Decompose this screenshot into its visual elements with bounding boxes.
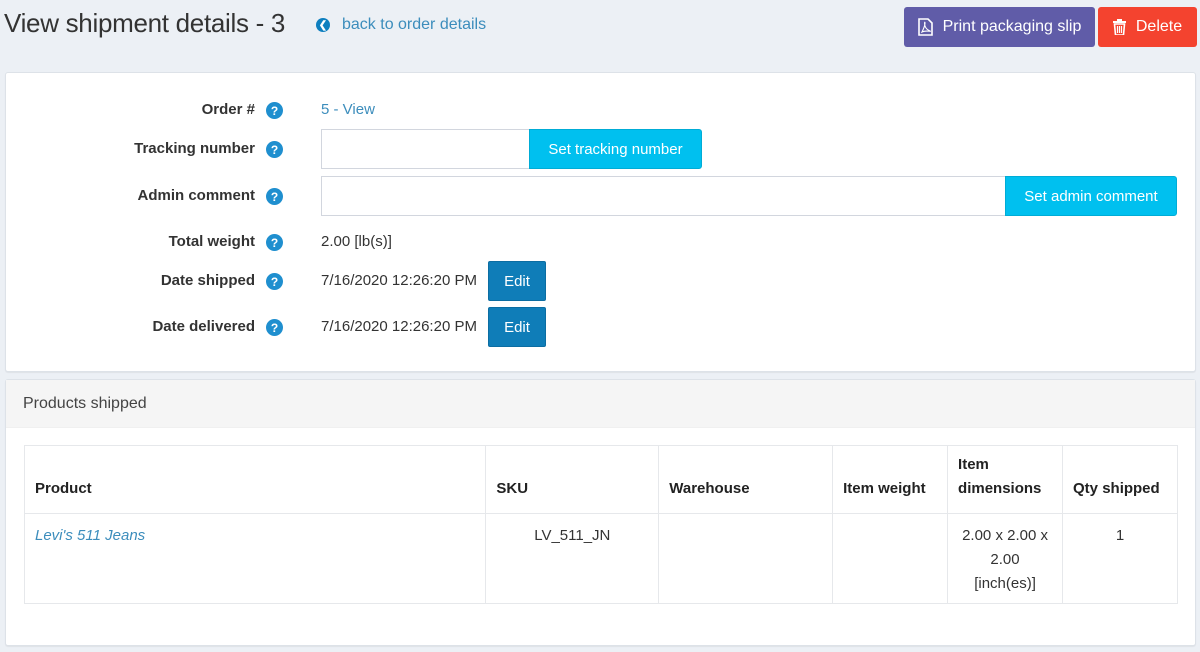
date-shipped-row: Date shipped ? 7/16/2020 12:26:20 PM Edi… [6, 261, 1195, 301]
admin-comment-input[interactable] [321, 176, 1006, 216]
page-header: View shipment details - 3 ❮ back to orde… [0, 0, 1200, 60]
back-to-order-link[interactable]: ❮ back to order details [316, 16, 486, 34]
order-row: Order # ? 5 - View [6, 90, 1195, 130]
print-label: Print packaging slip [942, 18, 1082, 35]
products-shipped-title: Products shipped [6, 380, 1195, 428]
col-sku: SKU [485, 445, 660, 514]
edit-date-shipped-button[interactable]: Edit [488, 261, 546, 301]
admin-comment-label: Admin comment [137, 187, 255, 204]
help-icon[interactable]: ? [266, 319, 283, 336]
tracking-label: Tracking number [134, 140, 255, 157]
date-shipped-label: Date shipped [160, 272, 255, 289]
tracking-number-input[interactable] [321, 129, 530, 169]
total-weight-row: Total weight ? 2.00 [lb(s)] [6, 222, 1195, 262]
arrow-left-circle-icon: ❮ [316, 18, 330, 32]
col-item-weight: Item weight [832, 445, 949, 514]
help-icon[interactable]: ? [266, 234, 283, 251]
date-delivered-label: Date delivered [152, 318, 255, 335]
item-weight-cell [832, 513, 949, 604]
edit-date-delivered-button[interactable]: Edit [488, 307, 546, 347]
col-item-dimensions: Item dimensions [947, 445, 1064, 514]
sku-cell: LV_511_JN [485, 513, 660, 604]
product-link[interactable]: Levi's 511 Jeans [35, 527, 145, 544]
help-icon[interactable]: ? [266, 102, 283, 119]
col-warehouse: Warehouse [658, 445, 834, 514]
item-dimensions-cell: 2.00 x 2.00 x 2.00 [inch(es)] [947, 513, 1064, 604]
trash-icon [1112, 19, 1126, 35]
admin-comment-row: Admin comment ? Set admin comment [6, 176, 1195, 216]
set-admin-comment-button[interactable]: Set admin comment [1005, 176, 1177, 216]
shipment-info-panel: Order # ? 5 - View Tracking number ? Set… [5, 72, 1196, 372]
order-label: Order # [201, 101, 255, 118]
date-shipped-value: 7/16/2020 12:26:20 PM [321, 272, 477, 289]
products-table: Product SKU Warehouse Item weight Item d… [23, 445, 1178, 604]
page-title: View shipment details - 3 [4, 8, 286, 38]
tracking-row: Tracking number ? Set tracking number [6, 129, 1195, 169]
date-delivered-value: 7/16/2020 12:26:20 PM [321, 318, 477, 335]
products-shipped-panel: Products shipped Product SKU Warehouse I… [5, 379, 1196, 646]
warehouse-cell [658, 513, 834, 604]
help-icon[interactable]: ? [266, 188, 283, 205]
pdf-file-icon [917, 18, 933, 36]
col-product: Product [23, 445, 487, 514]
order-view-link[interactable]: 5 - View [321, 101, 375, 118]
qty-shipped-cell: 1 [1062, 513, 1178, 604]
table-header-row: Product SKU Warehouse Item weight Item d… [23, 445, 1178, 514]
help-icon[interactable]: ? [266, 273, 283, 290]
table-row: Levi's 511 Jeans LV_511_JN 2.00 x 2.00 x… [23, 513, 1178, 604]
print-packaging-slip-button[interactable]: Print packaging slip [904, 7, 1095, 47]
delete-button[interactable]: Delete [1098, 7, 1197, 47]
total-weight-value: 2.00 [lb(s)] [321, 233, 392, 250]
help-icon[interactable]: ? [266, 141, 283, 158]
back-link-label: back to order details [342, 16, 487, 33]
date-delivered-row: Date delivered ? 7/16/2020 12:26:20 PM E… [6, 307, 1195, 347]
col-qty-shipped: Qty shipped [1062, 445, 1178, 514]
total-weight-label: Total weight [168, 233, 255, 250]
set-tracking-number-button[interactable]: Set tracking number [529, 129, 702, 169]
delete-label: Delete [1135, 18, 1183, 35]
